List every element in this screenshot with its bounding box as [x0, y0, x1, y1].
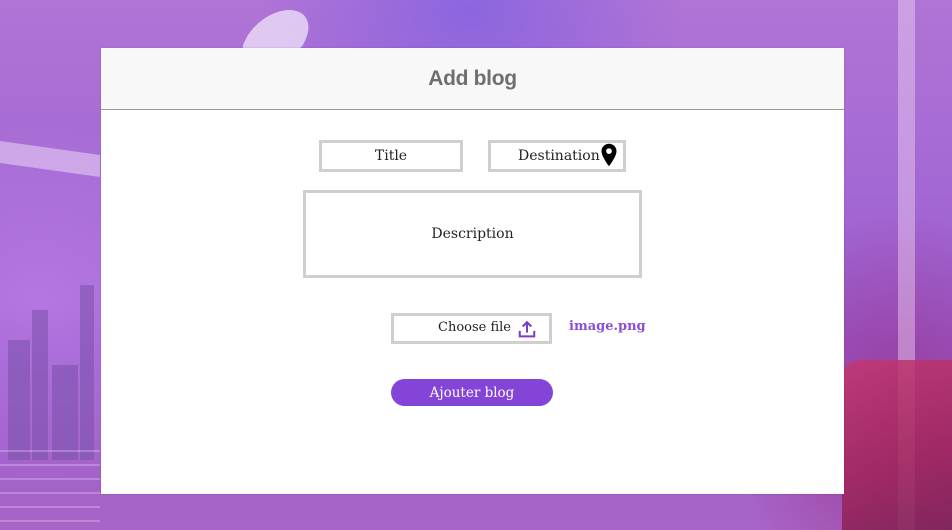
description-textarea[interactable]: Description [303, 190, 642, 278]
airplane-shape [240, 10, 320, 50]
airplane-wing-shape [0, 140, 100, 178]
destination-input[interactable]: Destination [488, 140, 626, 172]
choose-file-label: Choose file [438, 320, 511, 335]
add-blog-button[interactable]: Ajouter blog [391, 379, 553, 406]
upload-icon [518, 320, 536, 338]
suitcase [842, 360, 952, 530]
choose-file-button[interactable]: Choose file [391, 313, 552, 344]
modal-header: Add blog [101, 48, 844, 110]
selected-file-name: image.png [569, 319, 646, 334]
modal-title: Add blog [428, 66, 517, 90]
location-pin-icon [601, 143, 617, 167]
title-input[interactable]: Title [319, 140, 463, 172]
title-placeholder: Title [374, 148, 408, 164]
destination-placeholder: Destination [518, 148, 600, 164]
description-placeholder: Description [431, 226, 514, 242]
add-blog-modal: Add blog Title Destination Description C… [101, 48, 844, 494]
railing [0, 450, 100, 530]
city-skyline [0, 270, 110, 460]
